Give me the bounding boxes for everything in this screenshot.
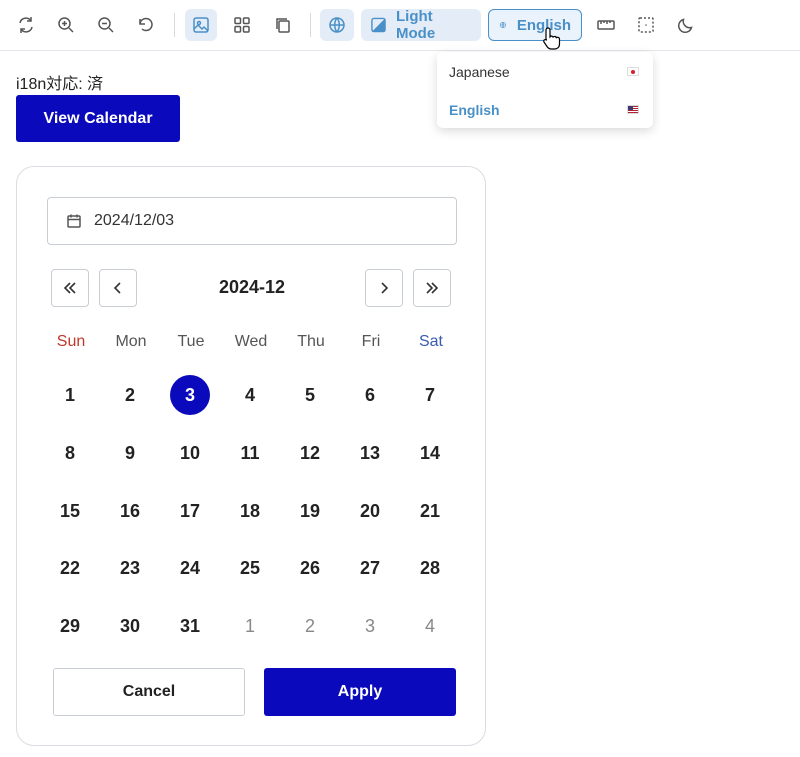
day-cell[interactable]: 7 xyxy=(410,375,450,415)
weekday-fri: Fri xyxy=(361,333,381,350)
us-flag-icon xyxy=(627,105,639,114)
day-cell[interactable]: 25 xyxy=(230,548,270,588)
day-cell[interactable]: 20 xyxy=(350,491,390,531)
day-cell[interactable]: 14 xyxy=(410,433,450,473)
copy-icon[interactable] xyxy=(267,9,299,41)
day-cell[interactable]: 31 xyxy=(170,606,210,646)
grid-icon[interactable] xyxy=(226,9,258,41)
chevron-right-icon xyxy=(381,282,389,294)
language-option-label: English xyxy=(449,102,500,118)
day-cell[interactable]: 27 xyxy=(350,548,390,588)
divider xyxy=(310,13,311,37)
day-cell[interactable]: 17 xyxy=(170,491,210,531)
previous-month-button[interactable] xyxy=(99,269,137,307)
day-cell[interactable]: 4 xyxy=(230,375,270,415)
day-cell[interactable]: 29 xyxy=(50,606,90,646)
focus-icon[interactable] xyxy=(630,9,662,41)
japan-flag-icon xyxy=(627,67,639,76)
zoom-in-icon[interactable] xyxy=(50,9,82,41)
day-cell[interactable]: 30 xyxy=(110,606,150,646)
ruler-icon[interactable] xyxy=(590,9,622,41)
weekday-mon: Mon xyxy=(115,333,147,350)
language-option-english[interactable]: English xyxy=(437,91,653,129)
i18n-status-text: i18n対応: 済 xyxy=(16,76,104,93)
hand-cursor-icon xyxy=(542,26,562,55)
double-chevron-right-icon xyxy=(426,282,439,294)
day-cell[interactable]: 28 xyxy=(410,548,450,588)
double-chevron-left-icon xyxy=(63,282,76,294)
day-cell[interactable]: 13 xyxy=(350,433,390,473)
language-option-label: Japanese xyxy=(449,64,510,80)
day-cell[interactable]: 15 xyxy=(50,491,90,531)
day-cell[interactable]: 26 xyxy=(290,548,330,588)
toolbar: Light Mode English xyxy=(0,0,800,51)
reset-icon[interactable] xyxy=(130,9,162,41)
day-cell[interactable]: 22 xyxy=(50,548,90,588)
view-calendar-button[interactable]: View Calendar xyxy=(16,95,180,142)
day-cell[interactable]: 1 xyxy=(50,375,90,415)
weekday-sat: Sat xyxy=(418,333,443,350)
image-icon[interactable] xyxy=(185,9,217,41)
calendar-icon xyxy=(67,214,81,228)
date-input[interactable]: 2024/12/03 xyxy=(47,197,457,245)
day-cell[interactable]: 16 xyxy=(110,491,150,531)
language-option-japanese[interactable]: Japanese xyxy=(437,53,653,91)
rotate-icon[interactable] xyxy=(10,9,42,41)
weekday-thu: Thu xyxy=(297,333,325,350)
day-cell[interactable]: 18 xyxy=(230,491,270,531)
month-title: 2024-12 xyxy=(218,277,286,297)
weekday-sun: Sun xyxy=(56,333,86,350)
day-cell-selected[interactable]: 3 xyxy=(170,375,210,415)
theme-toggle-button[interactable]: Light Mode xyxy=(361,8,481,42)
date-input-value: 2024/12/03 xyxy=(94,212,175,229)
date-picker-card: 2024/12/03 2024-12 Sun Mon Tue Wed Thu F… xyxy=(16,166,486,746)
day-cell[interactable]: 11 xyxy=(230,433,270,473)
day-cell[interactable]: 12 xyxy=(290,433,330,473)
day-cell[interactable]: 6 xyxy=(350,375,390,415)
day-cell[interactable]: 5 xyxy=(290,375,330,415)
day-cell[interactable]: 10 xyxy=(170,433,210,473)
theme-label: Light Mode xyxy=(396,8,436,42)
day-cell-next-month[interactable]: 1 xyxy=(230,606,270,646)
day-cell[interactable]: 9 xyxy=(110,433,150,473)
weekday-tue: Tue xyxy=(177,333,205,350)
day-cell[interactable]: 24 xyxy=(170,548,210,588)
globe-icon[interactable] xyxy=(320,9,354,41)
day-cell[interactable]: 21 xyxy=(410,491,450,531)
contrast-icon xyxy=(371,17,386,33)
next-month-button[interactable] xyxy=(365,269,403,307)
day-cell[interactable]: 19 xyxy=(290,491,330,531)
globe-icon xyxy=(499,21,506,29)
apply-button[interactable]: Apply xyxy=(264,668,456,716)
divider xyxy=(174,13,175,37)
language-menu: Japanese English xyxy=(437,52,653,128)
zoom-out-icon[interactable] xyxy=(90,9,122,41)
day-cell-next-month[interactable]: 2 xyxy=(290,606,330,646)
weekday-wed: Wed xyxy=(234,333,268,350)
previous-year-button[interactable] xyxy=(51,269,89,307)
day-cell[interactable]: 2 xyxy=(110,375,150,415)
day-cell[interactable]: 8 xyxy=(50,433,90,473)
moon-icon[interactable] xyxy=(670,9,702,41)
chevron-left-icon xyxy=(113,282,121,294)
day-cell-next-month[interactable]: 3 xyxy=(350,606,390,646)
next-year-button[interactable] xyxy=(413,269,451,307)
day-cell-next-month[interactable]: 4 xyxy=(410,606,450,646)
language-button[interactable]: English xyxy=(488,9,582,41)
day-cell[interactable]: 23 xyxy=(110,548,150,588)
cancel-button[interactable]: Cancel xyxy=(53,668,245,716)
